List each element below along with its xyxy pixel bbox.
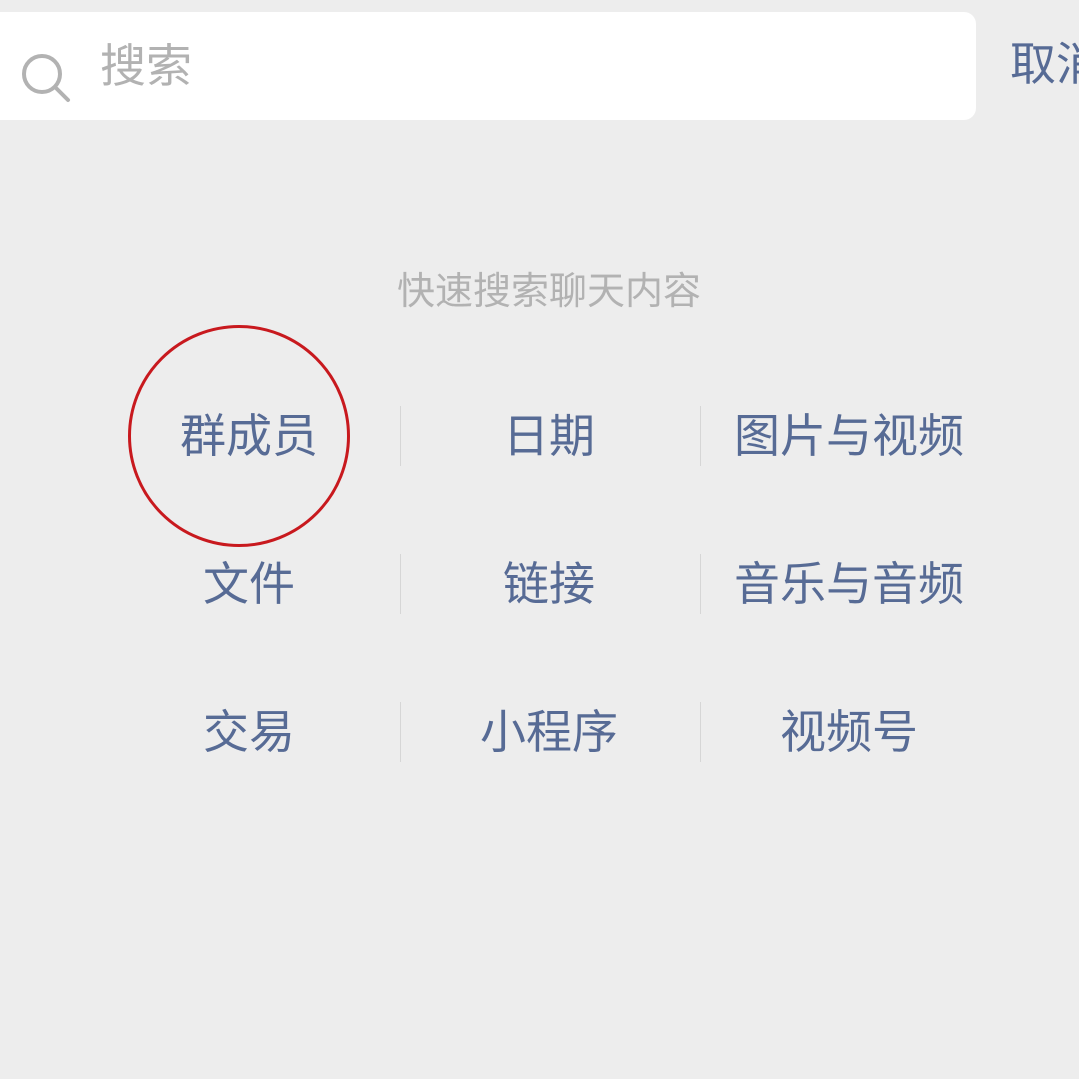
category-date[interactable]: 日期 <box>399 406 699 466</box>
category-row: 文件 链接 音乐与音频 <box>99 510 999 658</box>
category-channels[interactable]: 视频号 <box>699 702 999 762</box>
divider <box>400 702 401 762</box>
category-images-and-videos[interactable]: 图片与视频 <box>699 406 999 466</box>
divider <box>400 554 401 614</box>
category-links[interactable]: 链接 <box>399 554 699 614</box>
category-files[interactable]: 文件 <box>99 554 399 614</box>
search-hint-text: 快速搜索聊天内容 <box>396 269 701 313</box>
divider <box>700 702 701 762</box>
search-input[interactable] <box>100 36 950 96</box>
divider <box>400 406 401 466</box>
search-box[interactable] <box>0 12 976 120</box>
search-category-grid: 群成员 日期 图片与视频 文件 链接 音乐与音频 交易 小程序 视频号 <box>99 362 999 806</box>
category-row: 交易 小程序 视频号 <box>99 658 999 806</box>
category-music-and-audio[interactable]: 音乐与音频 <box>699 554 999 614</box>
cancel-button[interactable]: 取消 <box>1010 34 1079 94</box>
category-transactions[interactable]: 交易 <box>99 702 399 762</box>
category-row: 群成员 日期 图片与视频 <box>99 362 999 510</box>
category-mini-programs[interactable]: 小程序 <box>399 702 699 762</box>
category-group-members[interactable]: 群成员 <box>99 406 399 466</box>
search-icon <box>20 52 72 104</box>
divider <box>700 406 701 466</box>
divider <box>700 554 701 614</box>
